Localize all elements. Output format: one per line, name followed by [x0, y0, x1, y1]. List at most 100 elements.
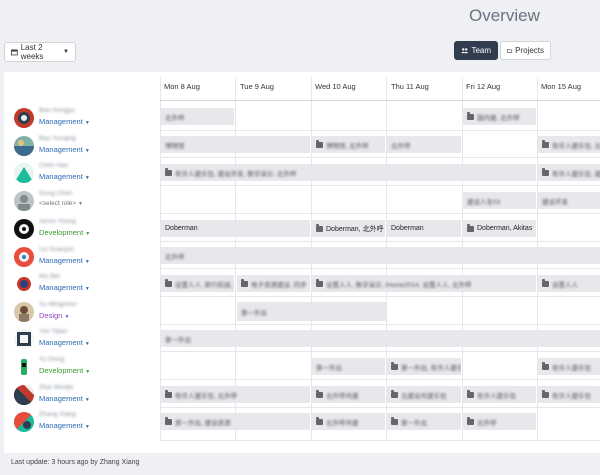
schedule-entry[interactable]: 第一外出	[161, 330, 600, 347]
schedule-entry[interactable]: 北外呼共建	[312, 386, 385, 403]
entry-text: 电子资源建设, 同步	[251, 281, 307, 289]
role-dropdown[interactable]: Management ▼	[39, 117, 90, 126]
role-label: Management	[39, 117, 83, 126]
role-label: <select role>	[39, 200, 77, 207]
calendar-icon	[11, 49, 18, 56]
entry-text: 第一外出	[241, 309, 267, 317]
entry-text: 有许人建乐包	[477, 392, 516, 400]
role-dropdown[interactable]: Development ▼	[39, 228, 90, 237]
schedule-entry[interactable]: 有许人建乐包, 建设开发, 数学演示, 北外呼	[161, 164, 536, 181]
avatar	[14, 163, 34, 183]
role-dropdown[interactable]: Development ▼	[39, 366, 90, 375]
role-dropdown[interactable]: Design ▼	[39, 311, 69, 320]
member-name: Zhai Wenjie	[39, 384, 74, 391]
role-label: Development	[39, 366, 84, 375]
chevron-down-icon: ▼	[84, 259, 90, 265]
folder-icon	[165, 168, 172, 176]
chevron-down-icon: ▼	[63, 49, 69, 55]
role-dropdown[interactable]: Management ▼	[39, 145, 90, 154]
schedule-entry[interactable]: 有许人建乐包, 建设开发	[538, 164, 600, 181]
schedule-entry[interactable]: 第一外出, 建设资源	[161, 413, 310, 430]
folder-icon	[507, 48, 513, 53]
entry-text: 有许人建乐包, 建设开发, 数学演示, 北外呼	[175, 170, 297, 178]
member-name: Gong Chen	[39, 190, 73, 197]
schedule-entry[interactable]: 北外呼	[161, 108, 234, 125]
entry-text: 北外呼	[165, 114, 185, 122]
avatar	[14, 219, 34, 239]
schedule-entry[interactable]: Doberman	[387, 220, 461, 237]
schedule-entry[interactable]: 第一外出	[237, 302, 386, 321]
schedule-entry[interactable]: 有许人建乐包	[463, 386, 536, 403]
role-dropdown[interactable]: Management ▼	[39, 338, 90, 347]
schedule-entry[interactable]: 有许人建乐包, 北外呼	[161, 386, 310, 403]
schedule-entry[interactable]: Doberman, Akitas	[463, 220, 536, 237]
member-name: Liu Guanjun	[39, 246, 75, 253]
folder-icon	[542, 362, 549, 370]
avatar	[14, 274, 34, 294]
entry-text: 设置人人	[552, 281, 578, 289]
schedule-entry[interactable]: 第一外出	[312, 358, 385, 375]
schedule-entry[interactable]: 博物馆, 北外呼	[312, 136, 385, 153]
schedule-entry[interactable]: Doberman	[161, 220, 310, 237]
avatar	[14, 136, 34, 156]
schedule-entry[interactable]: 国内建, 北外呼	[463, 108, 536, 125]
avatar	[14, 108, 34, 128]
role-dropdown[interactable]: Management ▼	[39, 172, 90, 181]
schedule-entry[interactable]: 有许人建乐包, 北外呼	[538, 136, 600, 153]
team-view-button[interactable]: Team	[454, 41, 498, 60]
schedule-entry[interactable]: 建设人生03	[463, 192, 536, 209]
schedule-entry[interactable]: 设置人人, 数学演示, IHome2014, 设置人人, 北外呼	[312, 275, 536, 292]
schedule-entry[interactable]: Doberman, 北外呼	[312, 220, 385, 237]
schedule-entry[interactable]: 北外呼	[463, 413, 536, 430]
schedule-entry[interactable]: 电子资源建设, 同步	[237, 275, 310, 292]
role-label: Management	[39, 394, 83, 403]
schedule-entry[interactable]: 有许人建乐包	[538, 386, 600, 403]
role-dropdown[interactable]: Management ▼	[39, 421, 90, 430]
schedule-entry[interactable]: 设置人人	[538, 275, 600, 292]
chevron-down-icon: ▼	[84, 424, 90, 430]
role-dropdown[interactable]: Management ▼	[39, 283, 90, 292]
member-name: Bao Yunqing	[39, 135, 76, 142]
role-label: Management	[39, 256, 83, 265]
schedule-entry[interactable]: 北外呼	[161, 247, 600, 264]
role-dropdown[interactable]: <select role> ▼	[39, 200, 83, 207]
folder-icon	[241, 279, 248, 287]
member-name: Jervis Young	[39, 218, 76, 225]
schedule-entry[interactable]: 第一外出	[387, 413, 461, 430]
entry-text: 第一外出, 有许人建乐包	[401, 364, 461, 372]
schedule-entry[interactable]: 第一外出, 有许人建乐包	[387, 358, 461, 375]
date-range-label: Last 2 weeks	[20, 43, 44, 61]
chevron-down-icon: ▼	[84, 286, 90, 292]
folder-icon	[391, 362, 398, 370]
folder-icon	[467, 224, 474, 232]
entry-text: 北外呼共建	[326, 392, 359, 400]
entry-text: 设置人人, 即行机接, 设置	[175, 281, 234, 289]
team-member: Gong Chen <select role> ▼	[14, 190, 154, 214]
date-range-dropdown[interactable]: Last 2 weeks ▼	[4, 42, 76, 62]
schedule-entry[interactable]: 北建设共建乐包	[387, 386, 461, 403]
schedule-entry[interactable]: 建设开发	[538, 192, 600, 209]
entry-text: Doberman, Akitas	[477, 225, 533, 232]
entry-text: 北外呼	[391, 142, 411, 150]
grid-line	[160, 407, 600, 408]
role-dropdown[interactable]: Management ▼	[39, 394, 90, 403]
folder-icon	[542, 279, 549, 287]
member-name: Yu Dong	[39, 356, 64, 363]
grid-line	[160, 296, 600, 297]
schedule-entry[interactable]: 北外呼	[387, 136, 461, 153]
member-name: Bao Hongyu	[39, 107, 75, 114]
schedule-entry[interactable]: 北外呼共建	[312, 413, 385, 430]
member-name: Zhang Xiang	[39, 411, 76, 418]
schedule-entry[interactable]: 有许人建乐包	[538, 358, 600, 375]
chevron-down-icon: ▼	[64, 314, 70, 320]
schedule-entry[interactable]: 设置人人, 即行机接, 设置	[161, 275, 234, 292]
folder-icon	[467, 417, 474, 425]
role-dropdown[interactable]: Management ▼	[39, 256, 90, 265]
chevron-down-icon: ▼	[84, 148, 90, 154]
schedule-entry[interactable]: 博物馆	[161, 136, 310, 153]
projects-view-button[interactable]: Projects	[500, 41, 551, 60]
folder-icon	[316, 224, 323, 232]
folder-icon	[316, 279, 323, 287]
day-header: Fri 12 Aug	[466, 82, 501, 91]
entry-text: 第一外出	[316, 364, 342, 372]
